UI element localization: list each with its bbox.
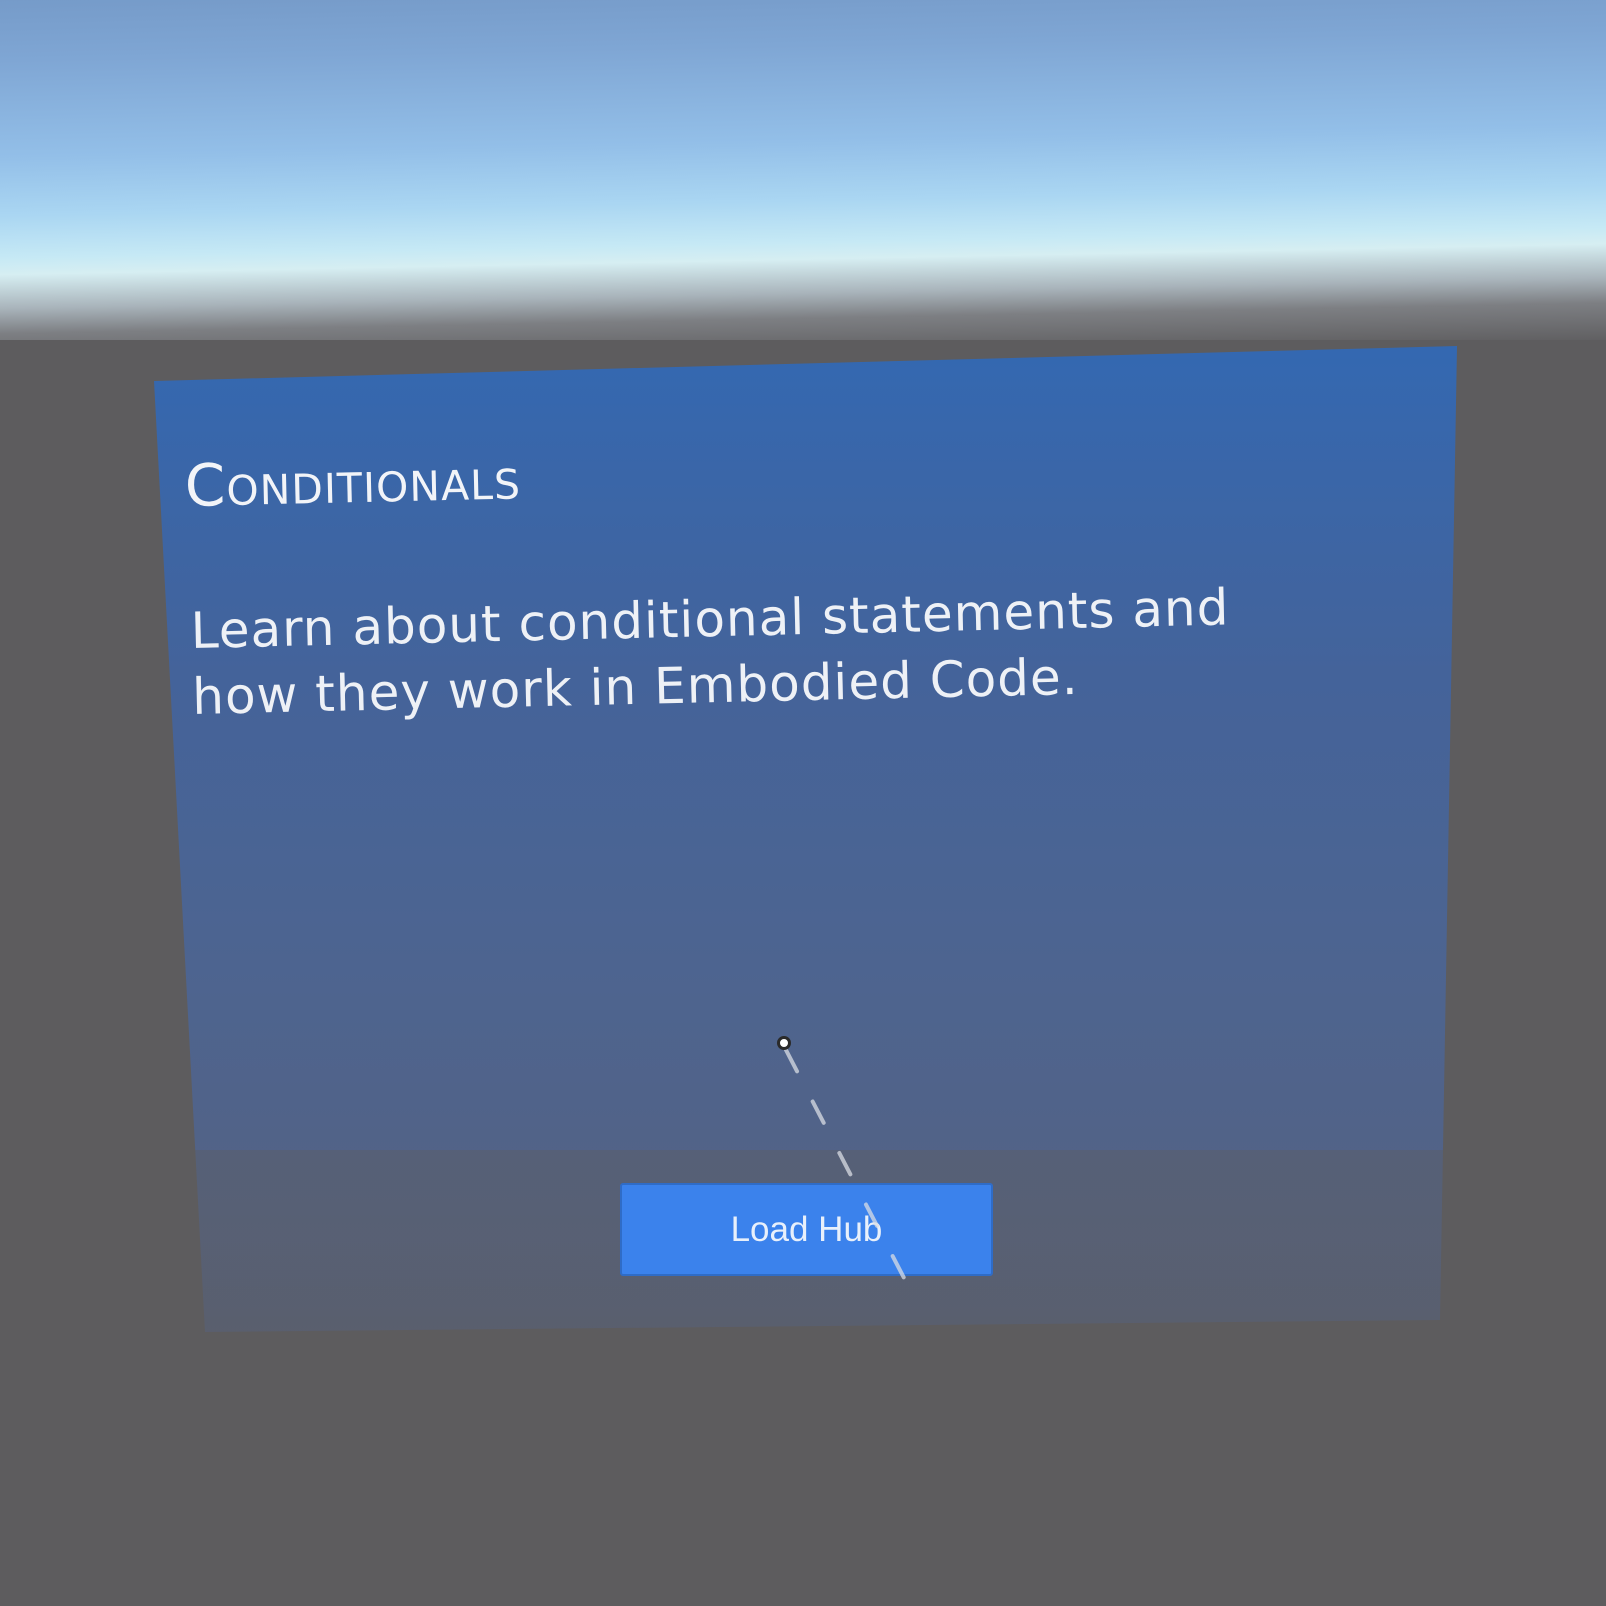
panel-description: Learn about conditional statements and h…: [190, 578, 1230, 726]
pointer-cursor-icon: [777, 1036, 791, 1050]
sky-background: [0, 0, 1606, 377]
panel-title: Conditionals: [184, 444, 522, 520]
vr-scene: Conditionals Learn about conditional sta…: [0, 0, 1606, 1606]
load-hub-button[interactable]: Load Hub: [620, 1183, 993, 1276]
